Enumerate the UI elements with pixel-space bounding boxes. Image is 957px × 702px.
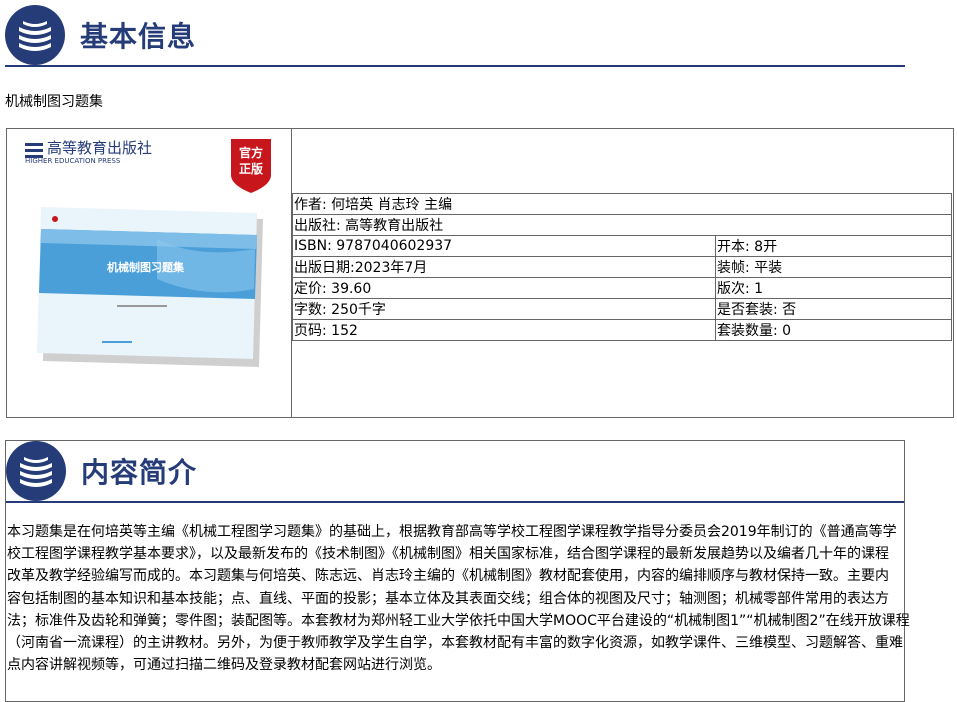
info-row: 作者: 何培英 肖志玲 主编 (292, 193, 952, 215)
book-info-box: 高等教育出版社 HIGHER EDUCATION PRESS 官方 正版 机械制… (6, 128, 954, 418)
intro-text: 本习题集是在何培英等主编《机械工程图学习题集》的基础上，根据教育部高等学校工程图… (7, 521, 910, 676)
intro-line: （河南省一流课程）的主讲教材。另外，为便于教师教学及学生自学，本套教材配有丰富的… (7, 635, 903, 652)
info-row: 出版社: 高等教育出版社 (292, 214, 952, 236)
info-cell: 开本: 8开 (715, 235, 952, 257)
info-cell: 出版社: 高等教育出版社 (292, 214, 952, 236)
intro-line: 改革及教学经验编写而成的。本习题集与何培英、陈志远、肖志玲主编的《机械制图》教材… (7, 568, 889, 585)
info-cell: 是否套装: 否 (715, 298, 952, 320)
section-divider (5, 65, 905, 67)
section-title: 内容简介 (81, 456, 198, 489)
intro-line: 点内容讲解视频等，可通过扫描二维码及登录教材配套网站进行浏览。 (7, 657, 441, 674)
basic-info-header: 基本信息 (5, 5, 905, 67)
info-cell: 页码: 152 (292, 319, 716, 341)
intro-line: 法；标准件及齿轮和弹簧；零件图；装配图等。本套教材为郑州轻工业大学依托中国大学M… (7, 612, 910, 629)
badge-line2: 正版 (239, 161, 263, 176)
info-row: 出版日期:2023年7月 装帧: 平装 (292, 256, 952, 278)
info-row: 定价: 39.60 版次: 1 (292, 277, 952, 299)
info-cell: 定价: 39.60 (292, 277, 716, 299)
info-row: ISBN: 9787040602937 开本: 8开 (292, 235, 952, 257)
intro-line: 本习题集是在何培英等主编《机械工程图学习题集》的基础上，根据教育部高等学校工程图… (7, 524, 897, 540)
book-title: 机械制图习题集 (5, 94, 103, 110)
badge-line1: 官方 (239, 145, 263, 160)
official-badge: 官方 正版 (231, 139, 271, 193)
section-title: 基本信息 (80, 20, 197, 53)
book-cover-image: 高等教育出版社 HIGHER EDUCATION PRESS 官方 正版 机械制… (7, 129, 292, 417)
book-stack-icon (6, 441, 66, 501)
intro-box: 内容简介 本习题集是在何培英等主编《机械工程图学习题集》的基础上，根据教育部高等… (5, 440, 910, 702)
intro-line: 校工程图学课程教学基本要求》，以及最新发布的《技术制图》《机械制图》相关国家标准… (7, 546, 889, 563)
info-cell: 作者: 何培英 肖志玲 主编 (292, 193, 952, 215)
info-cell: 套装数量: 0 (715, 319, 952, 341)
section-divider (6, 501, 904, 503)
info-row: 页码: 152 套装数量: 0 (292, 319, 952, 341)
info-cell: ISBN: 9787040602937 (292, 235, 716, 257)
book-info-table: 作者: 何培英 肖志玲 主编 出版社: 高等教育出版社 ISBN: 97870406… (292, 193, 952, 341)
book-stack-icon (5, 5, 65, 65)
info-cell: 字数: 250千字 (292, 298, 716, 320)
publisher-logo-cn: 高等教育出版社 (47, 139, 152, 157)
intro-line: 容包括制图的基本知识和基本技能；点、直线、平面的投影；基本立体及其表面交线；组合… (7, 590, 889, 607)
info-cell: 装帧: 平装 (715, 256, 952, 278)
cover-book-title: 机械制图习题集 (107, 260, 185, 274)
book-cover-front: 机械制图习题集 (37, 207, 257, 359)
publisher-logo-en: HIGHER EDUCATION PRESS (25, 157, 121, 165)
info-cell: 出版日期:2023年7月 (292, 256, 716, 278)
info-row: 字数: 250千字 是否套装: 否 (292, 298, 952, 320)
intro-header: 内容简介 (6, 441, 904, 503)
info-cell: 版次: 1 (715, 277, 952, 299)
